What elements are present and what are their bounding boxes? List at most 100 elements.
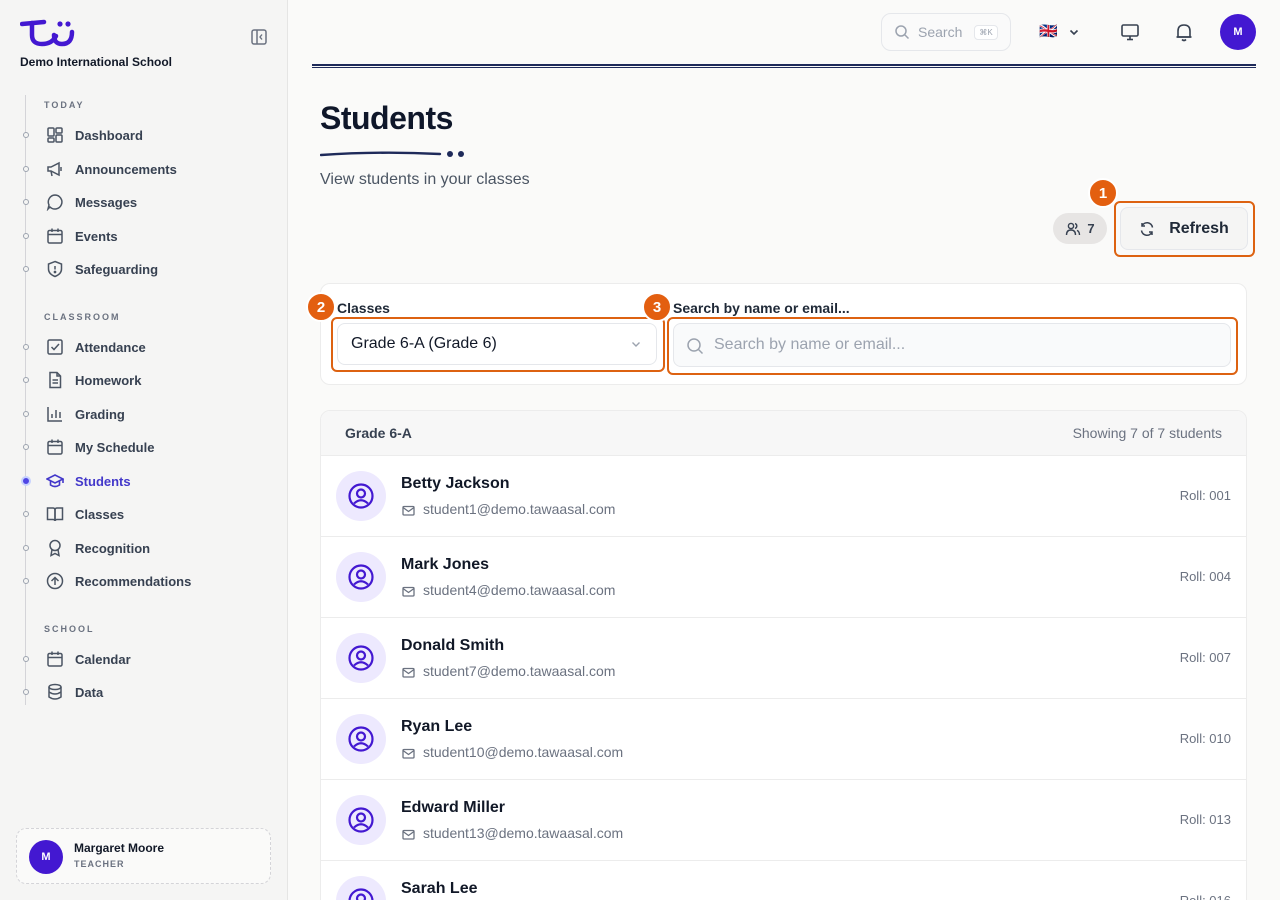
nav-dot bbox=[23, 344, 29, 350]
sidebar-item-grading[interactable]: Grading bbox=[20, 401, 270, 427]
student-email: student7@demo.tawaasal.com bbox=[423, 663, 616, 679]
dashboard-icon bbox=[46, 126, 64, 144]
student-row[interactable]: Betty Jackson student1@demo.tawaasal.com R… bbox=[321, 456, 1246, 537]
student-count-badge: 7 bbox=[1053, 213, 1107, 244]
users-icon bbox=[1066, 222, 1081, 235]
nav-dot bbox=[23, 578, 29, 584]
calendar-icon bbox=[46, 650, 64, 668]
sidebar-item-students[interactable]: Students bbox=[20, 468, 270, 494]
user-circle-icon bbox=[348, 645, 374, 671]
user-circle-icon bbox=[348, 564, 374, 590]
student-email: student10@demo.tawaasal.com bbox=[423, 744, 624, 760]
student-avatar bbox=[336, 876, 386, 900]
global-search-button[interactable]: Search ⌘K bbox=[881, 13, 1011, 51]
message-icon bbox=[46, 193, 64, 211]
sidebar-item-calendar[interactable]: Calendar bbox=[20, 646, 270, 672]
graduation-cap-icon bbox=[46, 472, 64, 490]
language-selector[interactable]: 🇬🇧 bbox=[1039, 24, 1080, 39]
header-avatar[interactable]: M bbox=[1220, 14, 1256, 50]
sidebar-item-label: Announcements bbox=[75, 161, 177, 177]
calendar-icon bbox=[46, 438, 64, 456]
page-title: Students bbox=[320, 100, 453, 136]
sidebar-item-label: Attendance bbox=[75, 339, 146, 355]
avatar: M bbox=[29, 840, 63, 874]
student-row[interactable]: Mark Jones student4@demo.tawaasal.com Roll… bbox=[321, 537, 1246, 618]
nav-dot bbox=[23, 411, 29, 417]
sidebar-item-label: Safeguarding bbox=[75, 261, 159, 277]
nav-dot bbox=[23, 132, 29, 138]
nav-dot bbox=[23, 377, 29, 383]
search-shortcut-badge: ⌘K bbox=[974, 24, 998, 40]
student-name: Donald Smith bbox=[401, 637, 505, 654]
step-marker-1: 1 bbox=[1088, 178, 1118, 208]
nav-dot bbox=[23, 689, 29, 695]
refresh-label: Refresh bbox=[1169, 219, 1229, 237]
nav-dot bbox=[23, 656, 29, 662]
sidebar-item-attendance[interactable]: Attendance bbox=[20, 334, 270, 360]
sidebar-item-label: Grading bbox=[75, 406, 125, 422]
refresh-button[interactable]: Refresh bbox=[1120, 207, 1248, 250]
nav-dot bbox=[23, 511, 29, 517]
results-count: Showing 7 of 7 students bbox=[1072, 425, 1222, 441]
student-row[interactable]: Sarah Leestudent16@demo.tawaasal.comRoll… bbox=[321, 861, 1246, 900]
class-select[interactable]: Grade 6-A (Grade 6) bbox=[337, 323, 657, 365]
user-circle-icon bbox=[348, 726, 374, 752]
student-roll: Roll: 007 bbox=[1179, 650, 1231, 665]
sidebar-item-label: Recommendations bbox=[75, 573, 192, 589]
section-label-school: SCHOOL bbox=[44, 624, 95, 634]
calendar-icon bbox=[46, 227, 64, 245]
school-name: Demo International School bbox=[20, 55, 173, 69]
sidebar-item-messages[interactable]: Messages bbox=[20, 189, 270, 215]
sidebar-item-my-schedule[interactable]: My Schedule bbox=[20, 434, 270, 460]
nav-dot bbox=[23, 199, 29, 205]
class-select-value: Grade 6-A (Grade 6) bbox=[351, 335, 497, 352]
student-roll: Roll: 001 bbox=[1179, 488, 1231, 503]
sidebar-item-recommendations[interactable]: Recommendations bbox=[20, 568, 270, 594]
user-profile-card[interactable]: M Margaret Moore TEACHER bbox=[16, 828, 271, 884]
sidebar-item-events[interactable]: Events bbox=[20, 223, 270, 249]
section-label-classroom: CLASSROOM bbox=[44, 312, 121, 322]
mail-icon bbox=[402, 586, 415, 597]
sidebar-item-recognition[interactable]: Recognition bbox=[20, 535, 270, 561]
student-row[interactable]: Donald Smith student7@demo.tawaasal.com Ro… bbox=[321, 618, 1246, 699]
sidebar-item-classes[interactable]: Classes bbox=[20, 501, 270, 527]
step-marker-3: 3 bbox=[642, 292, 672, 322]
global-search-label: Search bbox=[918, 24, 963, 40]
sidebar-item-label: Calendar bbox=[75, 651, 131, 667]
sidebar-collapse-icon[interactable] bbox=[250, 28, 268, 46]
chevron-down-icon bbox=[632, 342, 640, 347]
sidebar-item-label: Data bbox=[75, 684, 104, 700]
app-logo-icon bbox=[20, 19, 75, 47]
sidebar-item-dashboard[interactable]: Dashboard bbox=[20, 122, 270, 148]
sidebar-item-label: Recognition bbox=[75, 540, 151, 556]
student-avatar bbox=[336, 714, 386, 764]
award-icon bbox=[46, 539, 64, 557]
user-role: TEACHER bbox=[74, 859, 125, 869]
student-row[interactable]: Edward Miller student13@demo.tawaasal.com… bbox=[321, 780, 1246, 861]
student-roll: Roll: 004 bbox=[1179, 569, 1231, 584]
bell-icon[interactable] bbox=[1173, 21, 1195, 43]
sidebar-item-announcements[interactable]: Announcements bbox=[20, 156, 270, 182]
checkbox-icon bbox=[46, 338, 64, 356]
student-email: student4@demo.tawaasal.com bbox=[423, 582, 616, 598]
mail-icon bbox=[402, 748, 415, 759]
search-icon bbox=[895, 25, 910, 40]
mail-icon bbox=[402, 829, 415, 840]
student-search-input[interactable] bbox=[714, 324, 1224, 366]
sidebar-item-label: My Schedule bbox=[75, 439, 155, 455]
sidebar-item-data[interactable]: Data bbox=[20, 679, 270, 705]
student-name: Sarah Lee bbox=[401, 880, 478, 897]
refresh-icon bbox=[1140, 221, 1154, 236]
student-email: student13@demo.tawaasal.com bbox=[423, 825, 624, 841]
nav-dot bbox=[23, 545, 29, 551]
shield-icon bbox=[46, 260, 64, 278]
student-row[interactable]: Ryan Lee student10@demo.tawaasal.com Roll:… bbox=[321, 699, 1246, 780]
sidebar-item-safeguarding[interactable]: Safeguarding bbox=[20, 256, 270, 282]
user-circle-icon bbox=[348, 888, 374, 900]
student-avatar bbox=[336, 795, 386, 845]
monitor-icon[interactable] bbox=[1119, 21, 1141, 43]
student-avatar bbox=[336, 633, 386, 683]
sidebar-item-homework[interactable]: Homework bbox=[20, 367, 270, 393]
sidebar-item-label: Students bbox=[75, 473, 131, 489]
chevron-down-icon bbox=[1069, 29, 1078, 35]
